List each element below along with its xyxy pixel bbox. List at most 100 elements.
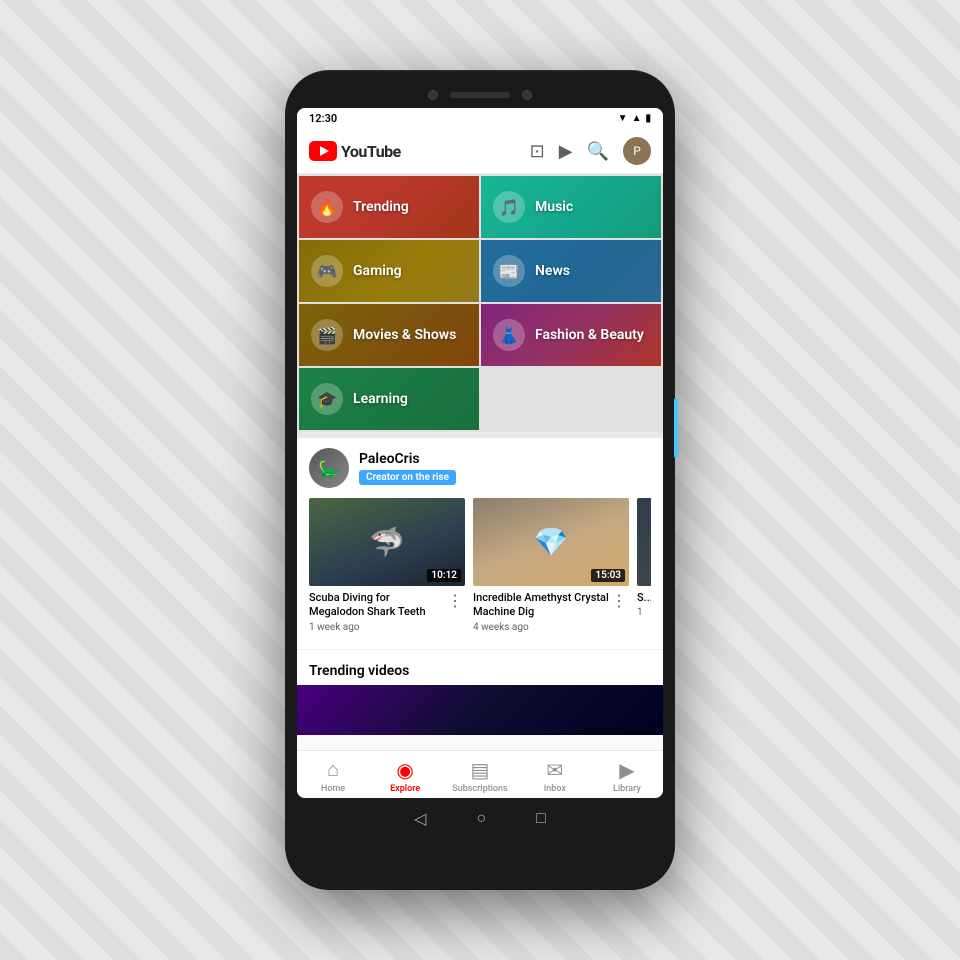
video-card-3[interactable]: S... 1 ⋮ — [637, 498, 651, 633]
explore-label: Explore — [390, 784, 420, 794]
camera-icon[interactable]: ▶ — [559, 141, 573, 162]
news-icon: 📰 — [499, 262, 519, 281]
trending-icon-wrap: 🔥 — [311, 191, 343, 223]
cast-icon[interactable]: ⊡ — [530, 141, 545, 162]
home-label: Home — [321, 784, 345, 794]
movies-icon: 🎬 — [317, 326, 337, 345]
home-button[interactable]: ○ — [476, 808, 486, 828]
trending-icon: 🔥 — [317, 198, 337, 217]
status-icons: ▼ ▲ ▮ — [618, 113, 651, 124]
creator-name: PaleoCris — [359, 451, 456, 467]
scroll-indicator — [674, 398, 678, 458]
front-camera — [428, 90, 438, 100]
video-duration-1: 10:12 — [427, 569, 461, 582]
video-time-3: 1 — [637, 607, 651, 618]
video-time-2: 4 weeks ago — [473, 622, 609, 633]
trending-title: Trending videos — [309, 663, 409, 679]
nav-item-home[interactable]: ⌂ Home — [308, 757, 358, 794]
creator-header: 🦕 PaleoCris Creator on the rise — [309, 448, 651, 488]
category-tile-movies[interactable]: 🎬 Movies & Shows — [299, 304, 479, 366]
learning-icon-wrap: 🎓 — [311, 383, 343, 415]
nav-item-library[interactable]: ▶ Library — [602, 758, 652, 794]
phone-speaker — [450, 92, 510, 98]
learning-icon: 🎓 — [317, 390, 337, 409]
wifi-icon: ▼ — [618, 113, 628, 124]
gaming-icon: 🎮 — [317, 262, 337, 281]
video-text-2: Incredible Amethyst Crystal Machine Dig … — [473, 591, 609, 633]
header-icons: ⊡ ▶ 🔍 P — [530, 137, 651, 165]
trending-preview — [297, 685, 663, 735]
category-tile-music[interactable]: 🎵 Music — [481, 176, 661, 238]
battery-icon: ▮ — [645, 113, 651, 124]
news-label: News — [535, 263, 570, 279]
category-tile-gaming[interactable]: 🎮 Gaming — [299, 240, 479, 302]
youtube-icon — [309, 141, 337, 161]
status-bar: 12:30 ▼ ▲ ▮ — [297, 108, 663, 129]
category-tile-fashion[interactable]: 👗 Fashion & Beauty — [481, 304, 661, 366]
youtube-logo: YouTube — [309, 141, 401, 161]
video-more-1[interactable]: ⋮ — [445, 591, 465, 610]
home-icon: ⌂ — [327, 757, 339, 782]
subscriptions-icon: ▤ — [471, 758, 490, 782]
creator-avatar[interactable]: 🦕 — [309, 448, 349, 488]
library-label: Library — [613, 784, 641, 794]
gaming-label: Gaming — [353, 263, 402, 279]
front-sensor — [522, 90, 532, 100]
movies-label: Movies & Shows — [353, 327, 456, 343]
video-thumbnail-2: 15:03 — [473, 498, 629, 586]
video-row: 10:12 Scuba Diving for Megalodon Shark T… — [309, 498, 651, 639]
back-button[interactable]: ◁ — [414, 809, 426, 828]
category-tile-learning[interactable]: 🎓 Learning — [299, 368, 479, 430]
nav-item-explore[interactable]: ◉ Explore — [380, 758, 430, 794]
gaming-icon-wrap: 🎮 — [311, 255, 343, 287]
video-text-3: S... 1 — [637, 591, 651, 618]
subscriptions-label: Subscriptions — [452, 784, 507, 794]
bottom-nav: ⌂ Home ◉ Explore ▤ Subscriptions ✉ Inbox… — [297, 750, 663, 798]
main-content[interactable]: 🔥 Trending 🎵 Music 🎮 — [297, 174, 663, 750]
video-thumbnail-1: 10:12 — [309, 498, 465, 586]
creator-info: PaleoCris Creator on the rise — [359, 451, 456, 485]
youtube-header: YouTube ⊡ ▶ 🔍 P — [297, 129, 663, 174]
trending-label: Trending — [353, 199, 409, 215]
phone-top-bar — [297, 90, 663, 100]
nav-item-subscriptions[interactable]: ▤ Subscriptions — [452, 758, 507, 794]
news-icon-wrap: 📰 — [493, 255, 525, 287]
movies-icon-wrap: 🎬 — [311, 319, 343, 351]
video-card-2[interactable]: 15:03 Incredible Amethyst Crystal Machin… — [473, 498, 629, 633]
phone-shell: 12:30 ▼ ▲ ▮ YouTube ⊡ ▶ 🔍 P — [285, 70, 675, 890]
video-title-3: S... — [637, 591, 651, 605]
learning-label: Learning — [353, 391, 408, 407]
fashion-icon-wrap: 👗 — [493, 319, 525, 351]
creator-avatar-emoji: 🦕 — [318, 458, 340, 479]
youtube-title: YouTube — [341, 142, 401, 161]
fashion-icon: 👗 — [499, 326, 519, 345]
video-title-1: Scuba Diving for Megalodon Shark Teeth — [309, 591, 445, 620]
explore-icon: ◉ — [396, 758, 413, 782]
user-avatar[interactable]: P — [623, 137, 651, 165]
video-time-1: 1 week ago — [309, 622, 445, 633]
nav-item-inbox[interactable]: ✉ Inbox — [530, 758, 580, 794]
phone-nav-bar: ◁ ○ □ — [297, 808, 663, 828]
status-time: 12:30 — [309, 112, 337, 125]
music-label: Music — [535, 199, 573, 215]
category-tile-news[interactable]: 📰 News — [481, 240, 661, 302]
video-text-1: Scuba Diving for Megalodon Shark Teeth 1… — [309, 591, 445, 633]
inbox-icon: ✉ — [546, 758, 563, 782]
video-meta-3: S... 1 ⋮ — [637, 591, 651, 618]
video-meta-2: Incredible Amethyst Crystal Machine Dig … — [473, 591, 629, 633]
video-thumbnail-3 — [637, 498, 651, 586]
category-tile-trending[interactable]: 🔥 Trending — [299, 176, 479, 238]
video-card-1[interactable]: 10:12 Scuba Diving for Megalodon Shark T… — [309, 498, 465, 633]
search-icon[interactable]: 🔍 — [587, 141, 609, 162]
thumb-image-3 — [637, 498, 651, 586]
video-more-2[interactable]: ⋮ — [609, 591, 629, 610]
signal-icon: ▲ — [632, 113, 642, 124]
creator-badge: Creator on the rise — [359, 470, 456, 485]
avatar-initials: P — [633, 144, 641, 158]
video-title-2: Incredible Amethyst Crystal Machine Dig — [473, 591, 609, 620]
category-grid: 🔥 Trending 🎵 Music 🎮 — [297, 174, 663, 432]
creator-section: 🦕 PaleoCris Creator on the rise 10:12 — [297, 438, 663, 649]
library-icon: ▶ — [619, 758, 634, 782]
video-meta-1: Scuba Diving for Megalodon Shark Teeth 1… — [309, 591, 465, 633]
recents-button[interactable]: □ — [536, 808, 546, 828]
